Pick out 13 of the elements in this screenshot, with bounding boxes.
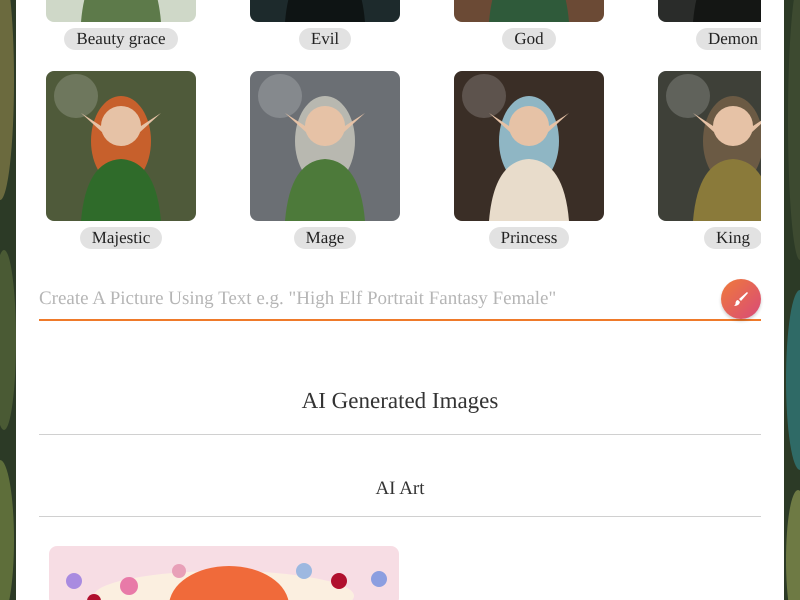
style-tag[interactable]: Beauty grace: [64, 28, 178, 50]
style-tag[interactable]: Evil: [298, 28, 352, 50]
section-heading: AI Generated Images: [39, 387, 761, 435]
prompt-input[interactable]: Create A Picture Using Text e.g. "High Elf Portrait Fantasy Female": [39, 281, 721, 317]
section-subheading: AI Art: [39, 477, 761, 517]
style-tag[interactable]: Demon: [696, 28, 761, 50]
style-tag[interactable]: Majestic: [80, 227, 162, 249]
style-tag[interactable]: King: [704, 227, 761, 249]
style-tag[interactable]: Mage: [294, 227, 356, 249]
style-tag[interactable]: Princess: [488, 227, 570, 249]
paint-button[interactable]: [721, 279, 761, 319]
brush-icon: [733, 291, 749, 307]
style-tag[interactable]: God: [502, 28, 556, 50]
